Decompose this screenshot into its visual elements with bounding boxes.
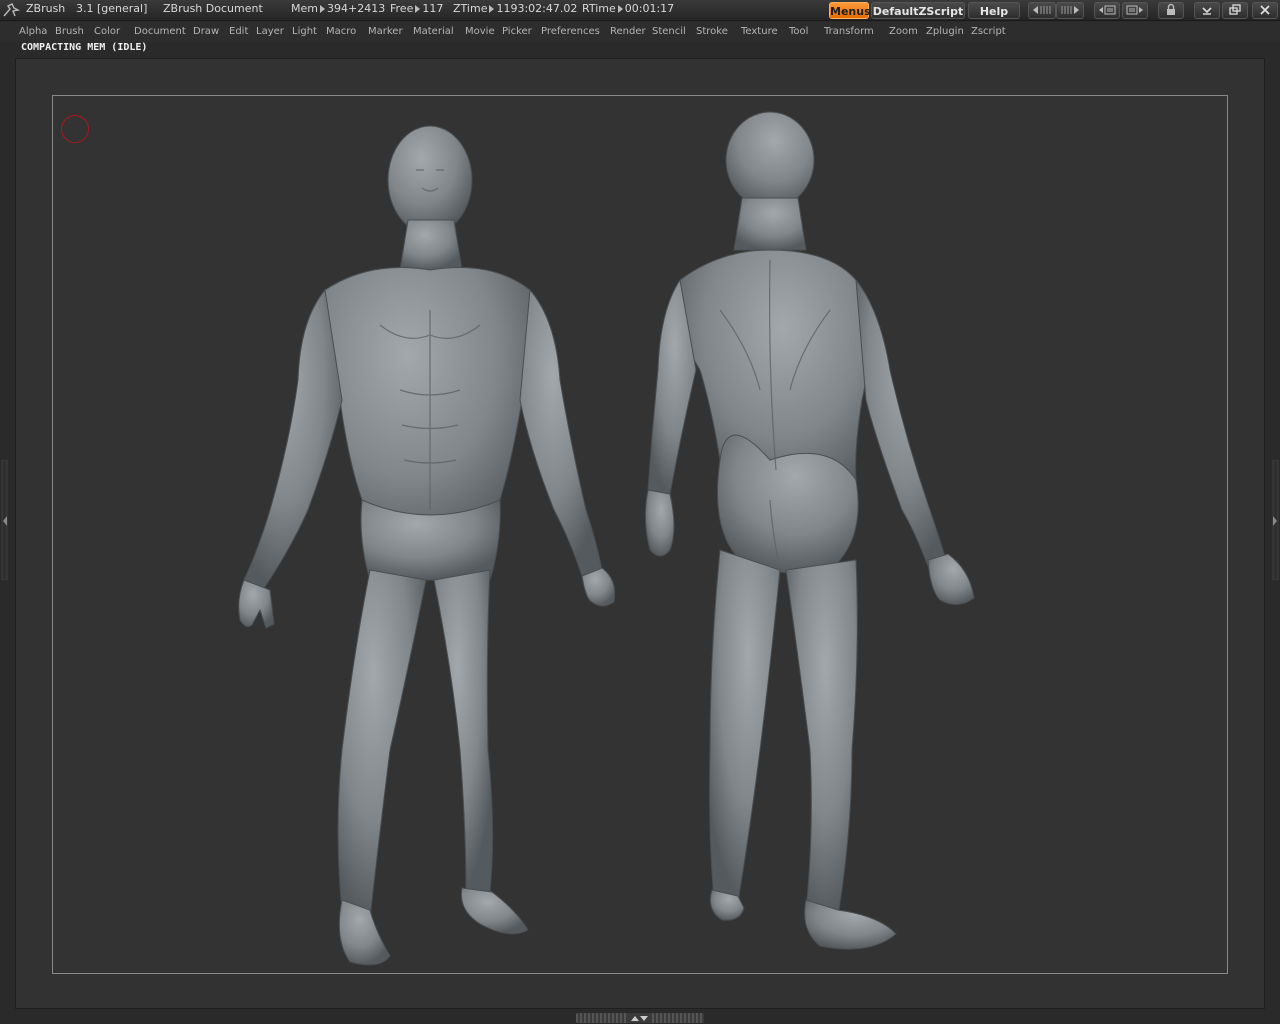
menu-document[interactable]: Document [134,26,186,37]
rtime-value: 00:01:17 [624,2,675,15]
menu-macro[interactable]: Macro [326,26,356,37]
default-zscript-button[interactable]: DefaultZScript [871,2,965,19]
menu-draw[interactable]: Draw [193,26,219,37]
lock-icon[interactable] [1158,2,1184,19]
menu-transform[interactable]: Transform [824,26,874,37]
mem-readout: Mem 394+2413 [291,2,385,15]
menu-zplugin[interactable]: Zplugin [926,26,964,37]
restore-icon[interactable] [1222,2,1248,19]
menu-zoom[interactable]: Zoom [889,26,918,37]
menu-brush[interactable]: Brush [55,26,84,37]
mem-label: Mem [291,2,318,15]
menu-material[interactable]: Material [413,26,454,37]
menu-movie[interactable]: Movie [465,26,495,37]
minimize-icon[interactable] [1194,2,1220,19]
menu-edit[interactable]: Edit [229,26,248,37]
free-readout: Free 117 [390,2,443,15]
layout-prev-icon[interactable] [1094,2,1120,19]
ztime-readout: ZTime 1193:02:47.02 [453,2,577,15]
document-name: ZBrush Document [163,2,263,15]
menu-render[interactable]: Render [610,26,646,37]
arrow-icon [415,5,421,13]
menu-texture[interactable]: Texture [741,26,778,37]
app-name: ZBrush [26,2,66,15]
menu-alpha[interactable]: Alpha [19,26,47,37]
menu-color[interactable]: Color [94,26,120,37]
right-tray-handle-icon[interactable] [1270,460,1280,580]
arrow-icon [489,5,495,13]
brush-cursor-icon [61,115,89,143]
layout-next-icon[interactable] [1122,2,1148,19]
model-front-view [238,125,616,966]
tray-toggle-arrows-icon[interactable] [628,1013,650,1023]
model-back-view [644,111,975,950]
arrow-icon [319,5,325,13]
menu-light[interactable]: Light [292,26,317,37]
title-bar: ZBrush 3.1 [general] ZBrush Document Mem… [0,0,1280,21]
scroll-left-icon[interactable] [1028,2,1056,19]
menu-layer[interactable]: Layer [256,26,284,37]
scroll-right-icon[interactable] [1056,2,1084,19]
app-version: 3.1 [general] [76,2,148,15]
ztime-value: 1193:02:47.02 [496,2,578,15]
rtime-readout: RTime 00:01:17 [582,2,674,15]
zbrush-logo-icon [3,3,20,17]
menu-stroke[interactable]: Stroke [696,26,728,37]
menu-marker[interactable]: Marker [368,26,403,37]
close-icon[interactable] [1252,2,1278,19]
arrow-icon [617,5,623,13]
free-value: 117 [422,2,444,15]
ztime-label: ZTime [453,2,488,15]
left-tray-handle-icon[interactable] [0,460,10,580]
free-label: Free [390,2,414,15]
help-button[interactable]: Help [968,2,1020,19]
main-menu-bar: Alpha Brush Color Document Draw Edit Lay… [0,22,1280,42]
status-message: COMPACTING MEM (IDLE) [21,42,148,53]
menu-zscript[interactable]: Zscript [971,26,1006,37]
menus-button[interactable]: Menus [829,2,871,19]
mem-value: 394+2413 [326,2,386,15]
rtime-label: RTime [582,2,616,15]
menu-stencil[interactable]: Stencil [652,26,686,37]
menu-picker[interactable]: Picker [502,26,532,37]
menu-tool[interactable]: Tool [789,26,808,37]
menu-preferences[interactable]: Preferences [541,26,600,37]
